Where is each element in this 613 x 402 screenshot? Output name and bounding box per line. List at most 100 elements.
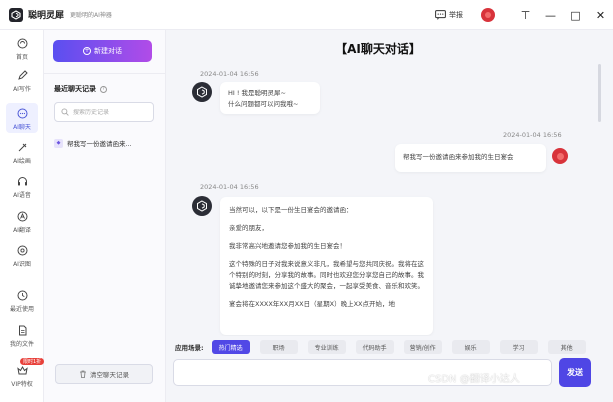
rail-item-recent[interactable]: 最近使用 <box>0 290 44 313</box>
clear-history-button[interactable]: 清空聊天记录 <box>55 364 153 384</box>
scene-chip-training[interactable]: 专业训练 <box>307 340 346 354</box>
chat-bubble-icon: ◆ <box>54 138 63 148</box>
scene-bar: 应用场景: 热门精选 职场 专业训练 代码助手 营销/创作 娱乐 学习 其他 <box>166 336 613 358</box>
rail-label: AI写作 <box>13 86 31 93</box>
message-timestamp: 2024-01-04 16:56 <box>503 131 562 139</box>
vip-icon <box>16 365 28 375</box>
app-logo <box>9 7 23 22</box>
rail-label: 我的文件 <box>9 341 34 348</box>
history-panel: + 新建对话 最近聊天记录 ? ◆ 帮我写一份邀请函来... 清空聊天记录 <box>44 30 166 402</box>
message-timestamp: 2024-01-04 16:56 <box>200 183 259 191</box>
report-label: 举报 <box>449 11 463 19</box>
bot-logo-icon <box>197 86 207 98</box>
scene-chip-entertainment[interactable]: 娱乐 <box>451 340 490 354</box>
pin-icon: ⊤ <box>520 8 531 22</box>
rail-label: 最近使用 <box>9 306 34 313</box>
rail-label: AI聊天 <box>13 124 31 131</box>
chat-scrollbar[interactable] <box>598 64 601 122</box>
new-chat-label: 新建对话 <box>94 47 122 55</box>
scene-chip-workplace[interactable]: 职场 <box>259 340 298 354</box>
history-item[interactable]: ◆ 帮我写一份邀请函来... <box>54 135 158 151</box>
app-name: 聪明灵犀 <box>28 11 65 21</box>
recent-chats-heading: 最近聊天记录 ? <box>54 84 107 94</box>
rail-label: 首页 <box>15 54 28 61</box>
pin-button[interactable]: ⊤ <box>513 0 538 30</box>
send-button[interactable]: 发送 <box>559 358 591 387</box>
maximize-icon: □ <box>570 8 581 22</box>
rail-item-ai-voice[interactable]: AI语音 <box>0 176 44 199</box>
clear-history-label: 清空聊天记录 <box>90 371 129 379</box>
maximize-button[interactable]: □ <box>563 0 588 30</box>
rail-item-ai-writing[interactable]: AI写作 <box>0 70 44 93</box>
rail-item-my-files[interactable]: 我的文件 <box>0 325 44 348</box>
file-icon <box>18 325 26 336</box>
minimize-icon: — <box>545 8 556 22</box>
scene-chip-code[interactable]: 代码助手 <box>355 340 394 354</box>
watermark: CSDN @翻译小达人 <box>428 374 520 385</box>
rail-item-ai-chat[interactable]: AI聊天 <box>0 103 44 133</box>
rail-label: VIP特权 <box>11 381 33 388</box>
scene-chip-marketing[interactable]: 营销/创作 <box>403 340 442 354</box>
scene-chip-other[interactable]: 其他 <box>547 340 586 354</box>
bot-avatar <box>192 82 212 102</box>
left-nav-rail: 首页 AI写作 AI聊天 AI绘画 AI语音 AI翻译 AI识图 最近使用 我的… <box>0 30 45 402</box>
report-button[interactable]: 举报 <box>435 10 463 20</box>
history-search[interactable] <box>54 102 154 122</box>
user-message-bubble: 帮我写一份邀请函来参加我的生日宴会 <box>395 144 546 172</box>
rail-item-ai-image-scan[interactable]: AI识图 <box>0 245 44 268</box>
recent-chats-title: 最近聊天记录 <box>54 85 96 93</box>
history-item-label: 帮我写一份邀请函来... <box>67 140 132 148</box>
rail-label: AI识图 <box>13 261 31 268</box>
scene-chip-study[interactable]: 学习 <box>499 340 538 354</box>
bot-message-bubble: HI ! 我是聪明灵犀~ 什么问题都可以问我哦~ <box>220 82 320 114</box>
paint-icon <box>18 143 26 152</box>
chat-icon <box>17 108 27 119</box>
message-paragraph: 这个特殊的日子对我来说意义非凡，我希望与您共同庆祝。我将在这个特别的时刻，分享我… <box>229 260 424 290</box>
translate-icon <box>17 211 27 222</box>
trash-icon <box>80 370 86 378</box>
history-icon <box>17 290 27 301</box>
report-icon <box>435 10 446 20</box>
plus-icon: + <box>83 47 91 55</box>
user-avatar-top[interactable] <box>481 8 495 22</box>
home-icon <box>17 38 27 49</box>
rail-item-home[interactable]: 首页 <box>0 38 44 61</box>
message-paragraph: 宴会将在XXXX年XX月XX日（星期X）晚上XX点开始，地 <box>229 300 395 308</box>
new-chat-button[interactable]: + 新建对话 <box>53 40 152 62</box>
message-text: 帮我写一份邀请函来参加我的生日宴会 <box>403 153 514 161</box>
image-scan-icon <box>17 245 27 256</box>
app-tagline: 更聪明的AI神器 <box>70 12 112 19</box>
scene-label: 应用场景: <box>175 344 204 352</box>
rail-label: AI翻译 <box>13 227 31 234</box>
title-bar: 聪明灵犀 更聪明的AI神器 举报 ⊤ — □ ✕ <box>0 0 613 30</box>
bot-message-bubble: 当然可以，以下是一份生日宴会的邀请函： 亲爱的朋友， 我非常高兴地邀请您参加我的… <box>220 197 433 335</box>
minimize-button[interactable]: — <box>538 0 563 30</box>
rail-item-ai-paint[interactable]: AI绘画 <box>0 142 44 165</box>
message-line: 什么问题都可以问我哦~ <box>228 100 299 108</box>
history-search-input[interactable] <box>73 108 153 116</box>
vip-badge: 限时1折 <box>20 358 45 365</box>
bot-logo-icon <box>197 200 207 212</box>
message-paragraph: 当然可以，以下是一份生日宴会的邀请函： <box>229 206 353 214</box>
help-icon[interactable]: ? <box>100 85 107 93</box>
message-paragraph: 亲爱的朋友， <box>229 224 268 232</box>
pen-icon <box>17 70 28 80</box>
rail-label: AI语音 <box>13 192 31 199</box>
rail-item-ai-translate[interactable]: AI翻译 <box>0 211 44 234</box>
chat-main: 【AI聊天对话】 2024-01-04 16:56 HI ! 我是聪明灵犀~ 什… <box>166 30 613 402</box>
logo-icon <box>11 9 21 20</box>
bot-avatar <box>192 196 212 216</box>
user-avatar <box>552 148 568 164</box>
message-line: HI ! 我是聪明灵犀~ <box>228 89 286 97</box>
message-paragraph: 我非常高兴地邀请您参加我的生日宴会！ <box>229 242 346 250</box>
rail-label: AI绘画 <box>13 158 31 165</box>
divider <box>44 73 166 74</box>
close-button[interactable]: ✕ <box>588 0 613 30</box>
scene-chip-hot[interactable]: 热门精选 <box>211 340 250 354</box>
message-timestamp: 2024-01-04 16:56 <box>200 70 259 78</box>
search-icon <box>61 108 69 116</box>
chat-title: 【AI聊天对话】 <box>335 42 421 56</box>
close-icon: ✕ <box>595 8 606 22</box>
rail-item-vip[interactable]: 限时1折 VIP特权 <box>0 358 45 388</box>
headphone-icon <box>17 177 27 186</box>
